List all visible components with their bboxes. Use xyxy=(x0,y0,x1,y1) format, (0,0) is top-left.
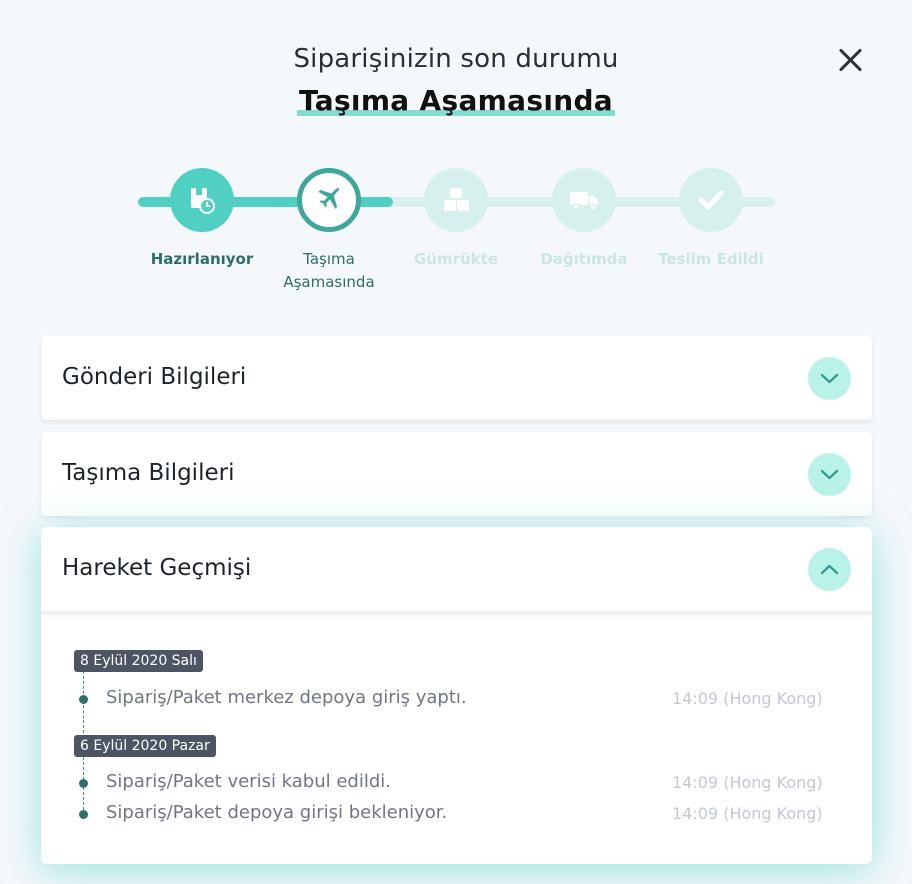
timeline-dot xyxy=(79,695,88,704)
step-customs: Gümrükte xyxy=(392,168,520,271)
step-in-transit: Taşıma Aşamasında xyxy=(265,168,393,294)
accordion-movement-history: Hareket Geçmişi 8 Eylül 2020 Salı Sipari… xyxy=(41,527,872,864)
step-preparing: Hazırlanıyor xyxy=(138,168,266,271)
timeline-dot xyxy=(79,810,88,819)
chevron-down-icon[interactable] xyxy=(808,357,851,400)
date-badge: 6 Eylül 2020 Pazar xyxy=(74,735,216,757)
divider xyxy=(41,611,872,619)
accordion-title: Gönderi Bilgileri xyxy=(62,364,247,390)
modal-subtitle: Siparişinizin son durumu xyxy=(293,44,619,74)
event-time: 14:09 (Hong Kong) xyxy=(672,689,823,708)
event-time: 14:09 (Hong Kong) xyxy=(672,773,823,792)
accordion-transport-info[interactable]: Taşıma Bilgileri xyxy=(41,432,872,516)
accordion-title[interactable]: Hareket Geçmişi xyxy=(62,555,251,581)
date-badge: 8 Eylül 2020 Salı xyxy=(74,650,203,672)
step-label: Hazırlanıyor xyxy=(150,250,254,268)
accordion-shipment-info[interactable]: Gönderi Bilgileri xyxy=(41,336,872,420)
chevron-up-icon[interactable] xyxy=(808,548,851,591)
step-delivered: Teslim Edildi xyxy=(647,168,775,271)
step-distribution: Dağıtımda xyxy=(520,168,648,271)
checkmark-icon xyxy=(679,168,743,232)
event-text: Sipariş/Paket verisi kabul edildi. xyxy=(106,771,392,792)
close-icon[interactable] xyxy=(834,43,868,77)
truck-icon xyxy=(552,168,616,232)
event-text: Sipariş/Paket merkez depoya giriş yaptı. xyxy=(106,687,467,708)
step-label: Teslim Edildi xyxy=(658,250,764,268)
step-label: Dağıtımda xyxy=(540,250,628,268)
airplane-icon xyxy=(297,168,361,232)
chevron-down-icon[interactable] xyxy=(808,453,851,496)
timeline-dot xyxy=(79,779,88,788)
event-text: Sipariş/Paket depoya girişi bekleniyor. xyxy=(106,802,448,823)
step-label: Taşıma Aşamasında xyxy=(283,250,375,291)
boxes-icon xyxy=(424,168,488,232)
step-label: Gümrükte xyxy=(413,250,499,268)
status-title: Taşıma Aşamasında xyxy=(296,84,616,117)
accordion-title: Taşıma Bilgileri xyxy=(62,460,235,486)
event-time: 14:09 (Hong Kong) xyxy=(672,804,823,823)
package-clock-icon xyxy=(170,168,234,232)
